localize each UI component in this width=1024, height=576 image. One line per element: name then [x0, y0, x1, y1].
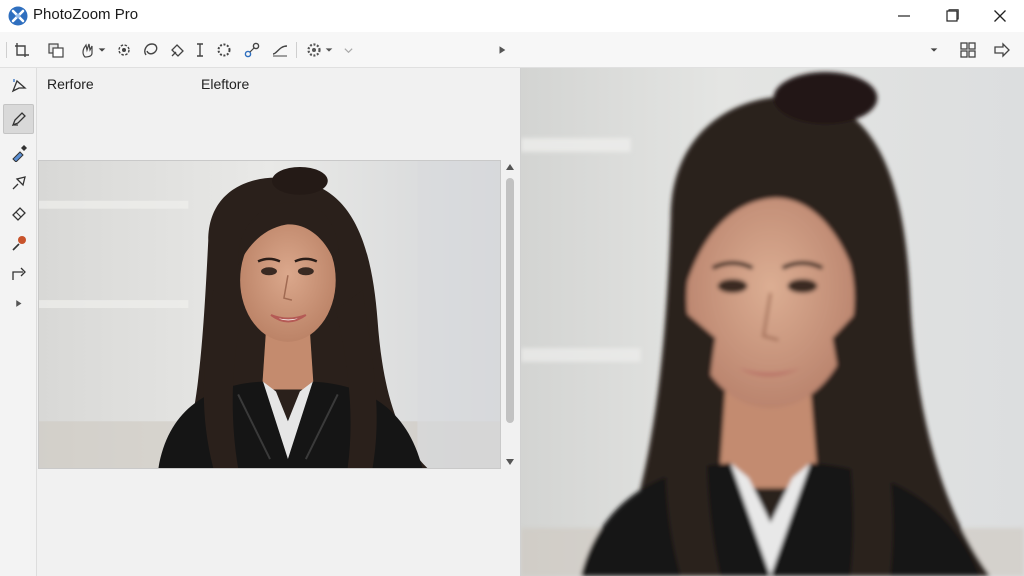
- hand-icon[interactable]: [78, 40, 98, 60]
- portrait-photo-small: [39, 161, 500, 468]
- preview-image[interactable]: [38, 160, 501, 469]
- preview-scrollbar[interactable]: [503, 160, 517, 469]
- paint-tool-icon[interactable]: [3, 228, 34, 258]
- title-bar: PhotoZoom Pro: [0, 0, 1024, 32]
- chevron-down-icon[interactable]: [323, 40, 335, 60]
- export-arrow-icon[interactable]: [992, 40, 1012, 60]
- nodes-icon[interactable]: [242, 40, 262, 60]
- eraser-icon[interactable]: [3, 198, 34, 228]
- after-label: Eleftore: [201, 76, 250, 92]
- lasso-icon[interactable]: [141, 40, 161, 60]
- chevron-down-icon[interactable]: [96, 40, 108, 60]
- play-arrow-icon[interactable]: [494, 40, 510, 60]
- preset-gear-icon[interactable]: [304, 40, 324, 60]
- main-toolbar: [0, 32, 1024, 68]
- expand-arrow-icon[interactable]: [3, 288, 34, 318]
- close-button[interactable]: [976, 0, 1024, 32]
- preview-panel: Rerfore Eleftore: [37, 68, 520, 576]
- zoomed-image-view[interactable]: [520, 68, 1024, 576]
- scrollbar-thumb[interactable]: [506, 178, 514, 423]
- pin-icon[interactable]: [3, 168, 34, 198]
- settings-icon[interactable]: [114, 40, 134, 60]
- scroll-down-icon[interactable]: [506, 459, 514, 465]
- side-toolbar: [0, 68, 37, 576]
- toolbar-separator: [296, 42, 297, 58]
- gear-icon[interactable]: [214, 40, 234, 60]
- brush-icon[interactable]: [168, 40, 188, 60]
- scroll-up-icon[interactable]: [506, 164, 514, 170]
- before-label: Rerfore: [47, 76, 94, 92]
- maximize-button[interactable]: [928, 0, 976, 32]
- redo-arrow-icon[interactable]: [3, 258, 34, 288]
- crop-icon[interactable]: [12, 40, 32, 60]
- chevron-down-icon[interactable]: [926, 40, 942, 60]
- dropper-icon[interactable]: [3, 138, 34, 168]
- portrait-photo-large: [521, 68, 1024, 576]
- chevron-down-icon[interactable]: [341, 40, 355, 60]
- pen-tool-icon[interactable]: [3, 104, 34, 134]
- app-logo-icon: [8, 6, 28, 26]
- window-title: PhotoZoom Pro: [33, 6, 139, 23]
- minimize-button[interactable]: [880, 0, 928, 32]
- grid-icon[interactable]: [958, 40, 978, 60]
- toolbar-separator: [6, 42, 7, 58]
- curve-icon[interactable]: [270, 40, 290, 60]
- copy-icon[interactable]: [46, 40, 66, 60]
- text-cursor-icon[interactable]: [190, 40, 210, 60]
- selection-tool-icon[interactable]: [3, 70, 34, 100]
